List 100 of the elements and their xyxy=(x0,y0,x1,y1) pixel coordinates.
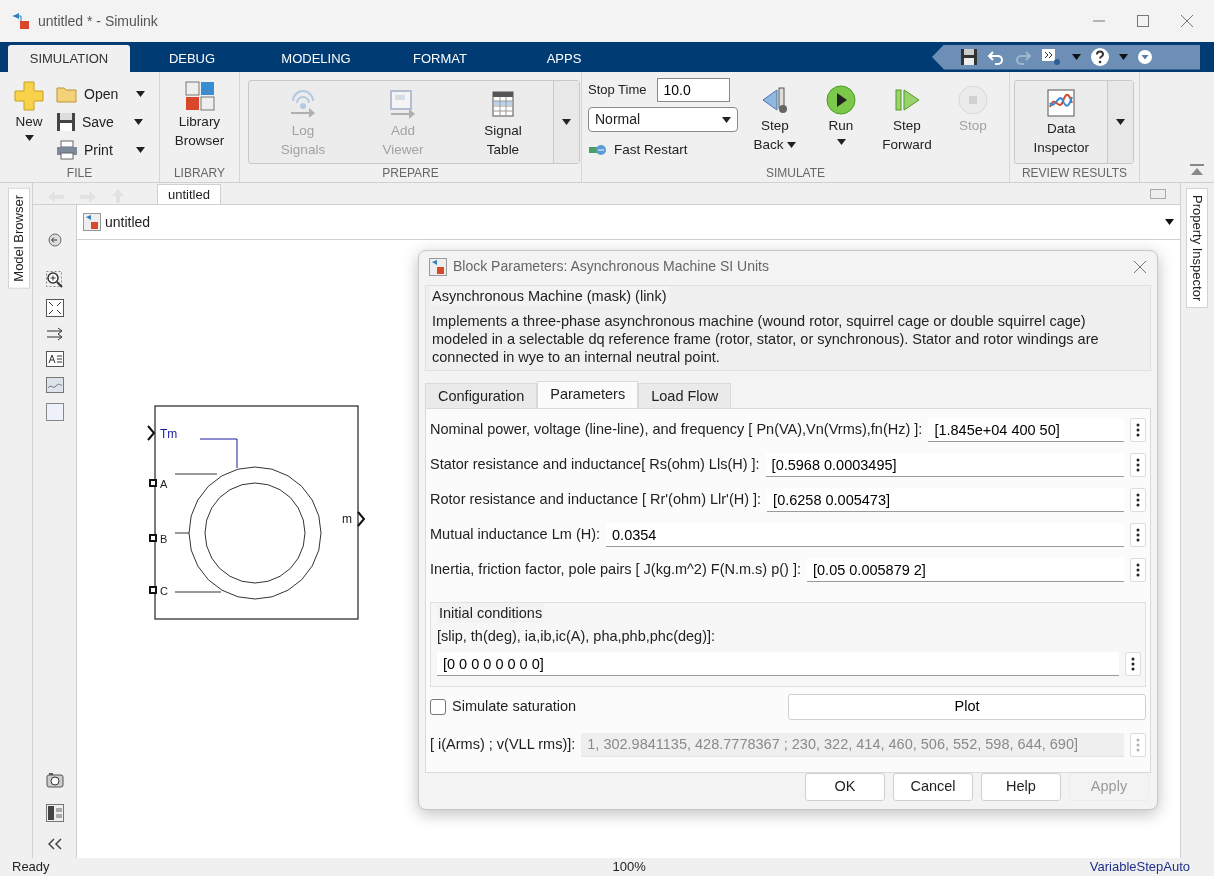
field-label: [slip, th(deg), ia,ib,ic(A), pha,phb,phc(deg)]: xyxy=(437,627,717,647)
input-field[interactable]: [0.5968 0.0003495] xyxy=(765,453,1124,477)
run-icon xyxy=(825,84,857,116)
caret-icon xyxy=(24,135,34,141)
library-browser-button[interactable]: Library Browser xyxy=(163,78,236,152)
options-button[interactable] xyxy=(1130,558,1146,582)
panel-icon[interactable] xyxy=(45,804,64,822)
group-label: FILE xyxy=(65,165,94,182)
back-circle-icon[interactable] xyxy=(47,233,62,247)
solver-link[interactable]: VariableStepAuto xyxy=(1089,857,1190,876)
dialog-tab[interactable]: Parameters xyxy=(537,380,639,408)
step-forward-button[interactable]: Step Forward xyxy=(874,82,940,156)
plot-button[interactable]: Plot xyxy=(788,694,1146,720)
dialog-button[interactable]: OK xyxy=(805,773,885,801)
maximize-icon[interactable] xyxy=(1136,14,1150,28)
dialog-tab[interactable]: Load Flow xyxy=(638,382,732,408)
zoom-icon[interactable] xyxy=(45,271,64,289)
vertical-dots-icon xyxy=(1136,737,1140,752)
vertical-dots-icon xyxy=(1136,563,1140,577)
options-button[interactable] xyxy=(1130,488,1146,512)
vertical-dots-icon xyxy=(1136,493,1140,507)
help-icon[interactable] xyxy=(1090,47,1110,67)
breadcrumb-tab[interactable]: untitled xyxy=(157,184,221,204)
input-field[interactable]: 0.0354 xyxy=(606,523,1124,547)
group-title: Initial conditions xyxy=(437,602,545,623)
input-field[interactable]: [1.845e+04 400 50] xyxy=(928,418,1124,442)
port-label: A xyxy=(160,478,168,490)
group-title: Asynchronous Machine (mask) (link) xyxy=(430,285,669,306)
stop-time-label: Stop Time xyxy=(588,81,647,100)
checkbox[interactable] xyxy=(430,699,446,715)
ribbon-tab[interactable]: SIMULATION xyxy=(8,45,130,72)
menu-button[interactable]: Open xyxy=(52,80,149,108)
port-icon xyxy=(149,534,157,542)
dropdown-icon[interactable] xyxy=(1137,49,1153,65)
run-button[interactable]: Run xyxy=(808,82,874,147)
inspector-icon xyxy=(1045,87,1078,119)
caret-icon xyxy=(1116,119,1126,125)
printer-icon xyxy=(56,140,78,160)
ribbon-tab[interactable]: MODELING xyxy=(254,46,378,72)
output-port-icon xyxy=(357,511,366,527)
port-label: B xyxy=(160,533,168,545)
checkbox-label[interactable]: Simulate saturation xyxy=(452,696,577,718)
options-button[interactable] xyxy=(1125,652,1141,676)
input-field[interactable]: [0 0 0 0 0 0 0 0] xyxy=(437,652,1119,676)
options-button[interactable] xyxy=(1130,418,1146,442)
plus-icon xyxy=(13,80,45,112)
menu-button[interactable]: Save xyxy=(52,108,147,136)
menu-button[interactable]: Print xyxy=(52,136,149,164)
simulation-mode-dropdown[interactable]: Normal xyxy=(588,107,738,132)
collapse-icon[interactable] xyxy=(1190,164,1204,176)
stop-icon xyxy=(957,84,989,116)
field-label: Rotor resistance and inductance [ Rr'(ohm) Llr'(H) ]: xyxy=(430,490,762,510)
close-icon[interactable] xyxy=(1133,259,1147,274)
camera-icon[interactable] xyxy=(45,772,64,788)
block-icon xyxy=(429,257,447,276)
dialog-tab[interactable]: Configuration xyxy=(425,382,538,408)
close-icon[interactable] xyxy=(1180,14,1194,28)
model-path[interactable]: untitled xyxy=(105,211,151,233)
input-field[interactable]: [0.6258 0.005473] xyxy=(767,488,1124,512)
collapse-left-icon[interactable] xyxy=(47,838,62,850)
zoom-level: 100% xyxy=(612,858,646,876)
side-panel-tab[interactable]: Property Inspector xyxy=(1186,188,1208,309)
dialog-button[interactable]: Cancel xyxy=(893,773,973,801)
fast-restart-button[interactable]: Fast Restart xyxy=(588,136,692,164)
caret-icon xyxy=(1165,219,1174,225)
step-back-button[interactable]: Step Back xyxy=(742,82,808,156)
fit-view-icon[interactable] xyxy=(45,299,64,317)
save-icon[interactable] xyxy=(960,48,978,66)
group-label: REVIEW RESULTS xyxy=(1020,165,1129,182)
ribbon-tab[interactable]: DEBUG xyxy=(130,46,254,72)
port-icon xyxy=(149,586,157,594)
simulink-icon xyxy=(12,12,32,30)
keyboard-icon xyxy=(1150,189,1166,199)
route-lines-icon[interactable] xyxy=(45,327,64,341)
area-icon[interactable] xyxy=(45,403,64,421)
data-inspector-button[interactable]: Data Inspector xyxy=(1015,85,1108,163)
undo-icon[interactable] xyxy=(987,48,1005,66)
ribbon-tab[interactable]: APPS xyxy=(502,46,626,72)
folder-icon xyxy=(56,85,78,103)
new-button[interactable]: New xyxy=(6,78,52,143)
image-icon[interactable] xyxy=(45,377,64,393)
caret-icon xyxy=(562,119,571,125)
group-label: LIBRARY xyxy=(172,165,227,182)
dialog-button[interactable]: Help xyxy=(981,773,1061,801)
options-button[interactable] xyxy=(1130,523,1146,547)
ribbon-tab[interactable]: FORMAT xyxy=(378,46,502,72)
vertical-dots-icon xyxy=(1136,458,1140,472)
signal-table-button[interactable]: Signal Table xyxy=(453,87,553,163)
port-label: Tm xyxy=(160,427,178,441)
side-panel-tab[interactable]: Model Browser xyxy=(8,188,30,289)
port-label: C xyxy=(160,585,168,597)
caret-icon xyxy=(134,119,143,125)
caret-icon xyxy=(836,139,846,145)
options-button[interactable] xyxy=(1130,453,1146,477)
input-field[interactable]: [0.05 0.005879 2] xyxy=(807,558,1124,582)
stop-time-field[interactable]: 10.0 xyxy=(656,78,730,102)
annotation-icon[interactable] xyxy=(45,351,64,367)
shortcut-icon[interactable] xyxy=(1041,48,1063,66)
group-label: SIMULATE xyxy=(764,165,827,182)
window-title: untitled * - Simulink xyxy=(38,11,158,31)
